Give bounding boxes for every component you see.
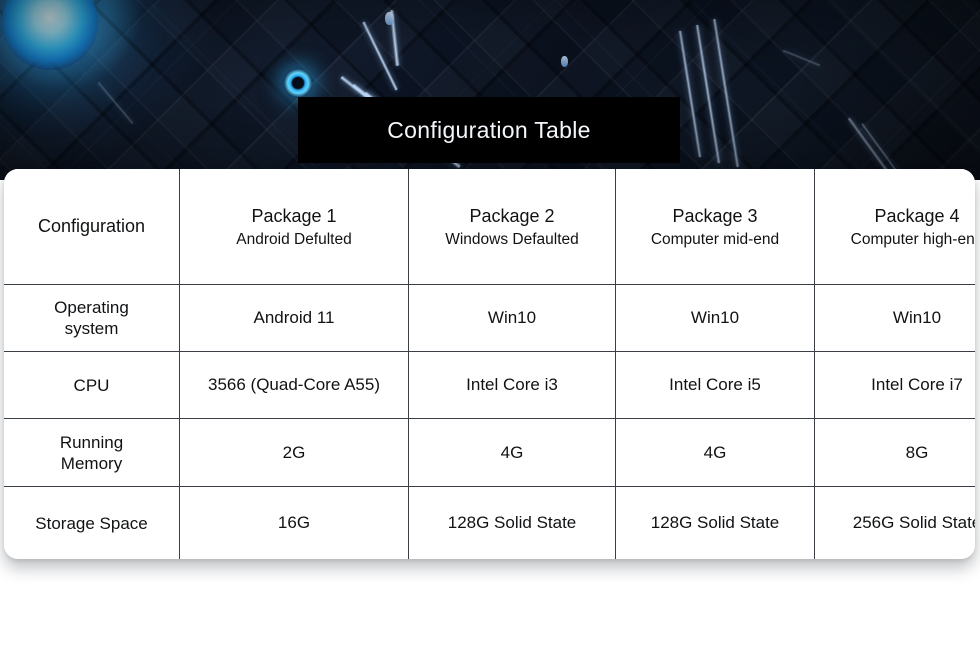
cell-value: Intel Core i3 [408,351,616,419]
header-label: Package 2 [469,205,555,226]
table-row: Operating system Android 11 Win10 Win10 … [4,284,975,352]
header-label: Package 1 [251,205,337,226]
section-title-banner: Configuration Table [298,97,680,163]
cell-value: Win10 [615,284,815,352]
header-sublabel: Computer high-end [850,230,975,248]
row-label-line-1: Running [59,432,124,452]
table-header-row: Configuration Package 1 Android Defulted… [4,169,975,285]
cell-value: Android 11 [179,284,409,352]
header-cell-configuration: Configuration [4,169,180,285]
cell-value: 128G Solid State [615,486,815,559]
cell-value: 4G [615,418,815,487]
header-cell-package-3: Package 3 Computer mid-end [615,169,815,285]
configuration-table-card: Configuration Package 1 Android Defulted… [4,169,975,559]
row-label-line-2: Memory [60,453,123,473]
row-label-operating-system: Operating system [4,284,180,352]
cell-value: Win10 [814,284,975,352]
table-row: Running Memory 2G 4G 4G 8G [4,418,975,487]
header-cell-package-2: Package 2 Windows Defaulted [408,169,616,285]
cell-value: 128G Solid State [408,486,616,559]
cell-value: 256G Solid State [814,486,975,559]
row-label-line-1: CPU [73,375,110,395]
header-sublabel: Android Defulted [236,230,352,248]
cell-value: 16G [179,486,409,559]
cell-value: Intel Core i7 [814,351,975,419]
row-label-running-memory: Running Memory [4,418,180,487]
table-row: CPU 3566 (Quad-Core A55) Intel Core i3 I… [4,351,975,419]
header-cell-package-4: Package 4 Computer high-end [814,169,975,285]
row-label-line-2: system [64,319,119,338]
product-spec-page: Configuration Table Configuration Packag… [0,0,980,650]
row-label-line-1: Storage Space [35,513,148,533]
header-cell-package-1: Package 1 Android Defulted [179,169,409,285]
table-row: Storage Space 16G 128G Solid State 128G … [4,486,975,559]
row-label-line-1: Operating [54,298,129,317]
header-label: Configuration [37,216,146,236]
configuration-table: Configuration Package 1 Android Defulted… [4,169,975,559]
cell-value: 8G [814,418,975,487]
row-label-storage-space: Storage Space [4,486,180,559]
cell-value: 4G [408,418,616,487]
cell-value: Win10 [408,284,616,352]
cell-value: 3566 (Quad-Core A55) [179,351,409,419]
cell-value: Intel Core i5 [615,351,815,419]
header-sublabel: Windows Defaulted [445,230,579,248]
cell-value: 2G [179,418,409,487]
header-sublabel: Computer mid-end [650,230,780,248]
header-label: Package 3 [672,205,758,226]
row-label-cpu: CPU [4,351,180,419]
page-title: Configuration Table [387,116,591,143]
header-label: Package 4 [874,205,960,226]
